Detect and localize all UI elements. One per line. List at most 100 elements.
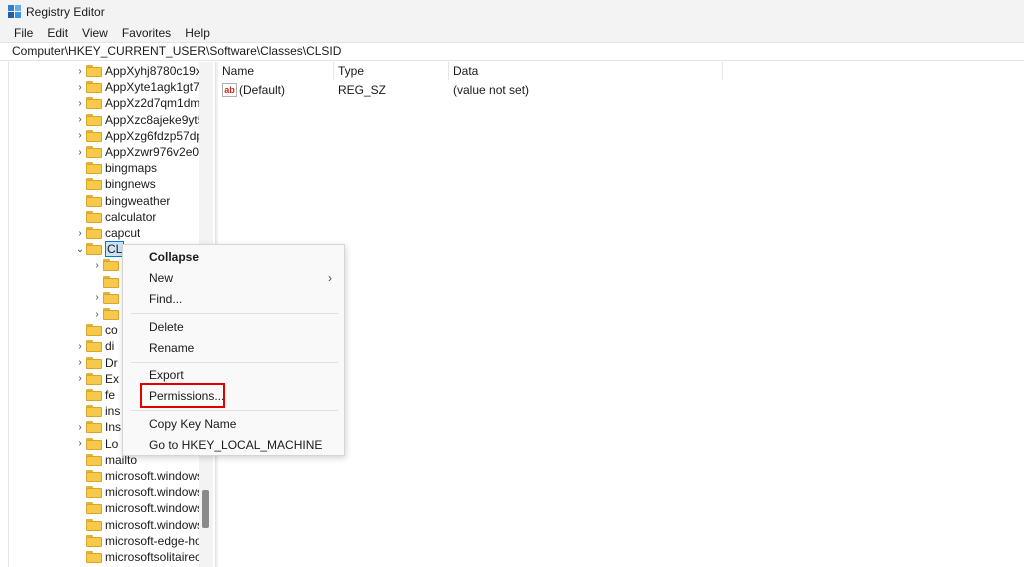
tree-item[interactable]: › xyxy=(91,306,122,322)
tree-item[interactable]: › AppXzwr976v2e06 xyxy=(74,144,205,160)
tree-item-label: microsoft.windows xyxy=(105,517,204,532)
tree-item[interactable]: calculator xyxy=(74,209,156,225)
tree-item[interactable] xyxy=(91,274,122,290)
tree-item[interactable]: › AppXyte1agk1gt76 xyxy=(74,79,206,95)
tree-item[interactable]: microsoft.windows xyxy=(74,468,203,484)
tree-item[interactable]: bingweather xyxy=(74,193,170,209)
chevron-right-icon[interactable]: › xyxy=(74,79,86,95)
tree-item[interactable]: bingnews xyxy=(74,176,156,192)
folder-icon xyxy=(86,551,102,563)
tree-item-label: Dr xyxy=(105,355,118,370)
tree-item[interactable]: ins xyxy=(74,403,120,419)
tree-item[interactable]: bingmaps xyxy=(74,160,157,176)
column-header-data[interactable]: Data xyxy=(449,62,723,80)
tree-item[interactable]: › AppXz2d7qm1dmc xyxy=(74,95,206,111)
menu-item-delete[interactable]: Delete xyxy=(123,317,344,338)
tree-item[interactable]: fe xyxy=(74,387,115,403)
folder-icon xyxy=(86,162,102,175)
chevron-right-icon[interactable]: › xyxy=(74,355,86,371)
folder-icon xyxy=(86,356,102,369)
chevron-right-icon[interactable]: › xyxy=(91,290,103,306)
chevron-right-icon[interactable]: › xyxy=(74,338,86,354)
menu-item-rename[interactable]: Rename xyxy=(123,338,344,359)
column-header-type[interactable]: Type xyxy=(334,62,449,80)
tree-item[interactable]: › di xyxy=(74,338,114,354)
tree-item[interactable]: co xyxy=(74,322,118,338)
menu-item-goto-hklm[interactable]: Go to HKEY_LOCAL_MACHINE xyxy=(123,435,344,456)
menu-separator xyxy=(131,362,338,363)
chevron-right-icon[interactable]: › xyxy=(91,257,103,273)
folder-icon xyxy=(86,421,102,434)
chevron-right-icon: › xyxy=(328,271,332,285)
tree-item[interactable]: microsoft.windows xyxy=(74,484,203,500)
tree-item[interactable]: › xyxy=(91,257,122,273)
menu-help[interactable]: Help xyxy=(178,24,217,42)
tree-item[interactable]: › xyxy=(91,290,122,306)
tree-item-label: microsoft-edge-ho xyxy=(105,533,202,548)
tree-item-label: Ex xyxy=(105,371,120,386)
chevron-right-icon[interactable]: › xyxy=(74,112,86,128)
menu-item-new[interactable]: New › xyxy=(123,268,344,289)
menu-item-copy-key-name[interactable]: Copy Key Name xyxy=(123,414,344,435)
menu-item-find[interactable]: Find... xyxy=(123,289,344,310)
title-bar: Registry Editor xyxy=(0,0,1024,24)
chevron-right-icon[interactable]: › xyxy=(74,144,86,160)
chevron-right-icon[interactable]: › xyxy=(74,128,86,144)
chevron-right-icon[interactable]: › xyxy=(74,436,86,452)
tree-item[interactable]: microsoftsolitairec xyxy=(74,549,201,565)
tree-item-label: fe xyxy=(105,388,116,402)
tree-item-label: co xyxy=(105,323,118,338)
tree-item-label: bingnews xyxy=(105,177,156,192)
tree-item-label: Ins xyxy=(105,420,122,435)
chevron-right-icon[interactable]: › xyxy=(74,63,86,79)
folder-icon xyxy=(86,437,102,450)
folder-icon xyxy=(86,340,102,353)
chevron-down-icon[interactable]: ⌄ xyxy=(74,241,86,257)
tree-item-label: AppXz2d7qm1dmc xyxy=(105,96,207,111)
tree-item-label: bingmaps xyxy=(105,161,158,176)
chevron-right-icon[interactable]: › xyxy=(74,95,86,111)
menu-favorites[interactable]: Favorites xyxy=(115,24,178,42)
value-row[interactable]: ab (Default) REG_SZ (value not set) xyxy=(218,81,723,99)
menu-item-collapse[interactable]: Collapse xyxy=(123,247,344,268)
tree-item[interactable]: microsoft-edge-ho xyxy=(74,533,202,549)
column-header-name[interactable]: Name xyxy=(218,62,334,80)
tree-item[interactable]: › AppXyhj8780c19x3 xyxy=(74,63,208,79)
tree-scrollbar-thumb[interactable] xyxy=(202,490,209,528)
tree-item[interactable]: › capcut xyxy=(74,225,140,241)
tree-item[interactable]: › AppXzg6fdzp57dp xyxy=(74,128,203,144)
chevron-right-icon[interactable]: › xyxy=(74,225,86,241)
tree-item-label: di xyxy=(105,339,115,354)
tree-item[interactable]: › Lo xyxy=(74,436,118,452)
folder-icon xyxy=(86,81,102,94)
menu-view[interactable]: View xyxy=(75,24,115,42)
tree-item[interactable]: › Ins xyxy=(74,419,121,435)
menu-edit[interactable]: Edit xyxy=(40,24,75,42)
tree-item[interactable]: › AppXzc8ajeke9yt5 xyxy=(74,112,204,128)
tree-item[interactable]: microsoft.windows xyxy=(74,500,203,516)
address-bar[interactable]: Computer\HKEY_CURRENT_USER\Software\Clas… xyxy=(0,42,1024,61)
tree-item[interactable]: › Dr xyxy=(74,355,118,371)
tree-item[interactable]: › Ex xyxy=(74,371,119,387)
window-title: Registry Editor xyxy=(26,5,105,19)
folder-icon xyxy=(86,113,102,126)
folder-icon xyxy=(86,502,102,515)
chevron-right-icon[interactable]: › xyxy=(91,306,103,322)
tree-item[interactable]: microsoft.windows xyxy=(74,517,203,533)
folder-icon xyxy=(86,518,102,531)
folder-icon xyxy=(86,534,102,547)
chevron-right-icon[interactable]: › xyxy=(74,419,86,435)
tree-item[interactable]: ⌄ CL xyxy=(74,241,125,258)
menu-file[interactable]: File xyxy=(0,24,40,42)
folder-icon xyxy=(86,178,102,191)
value-type: REG_SZ xyxy=(338,83,387,97)
chevron-right-icon[interactable]: › xyxy=(74,371,86,387)
